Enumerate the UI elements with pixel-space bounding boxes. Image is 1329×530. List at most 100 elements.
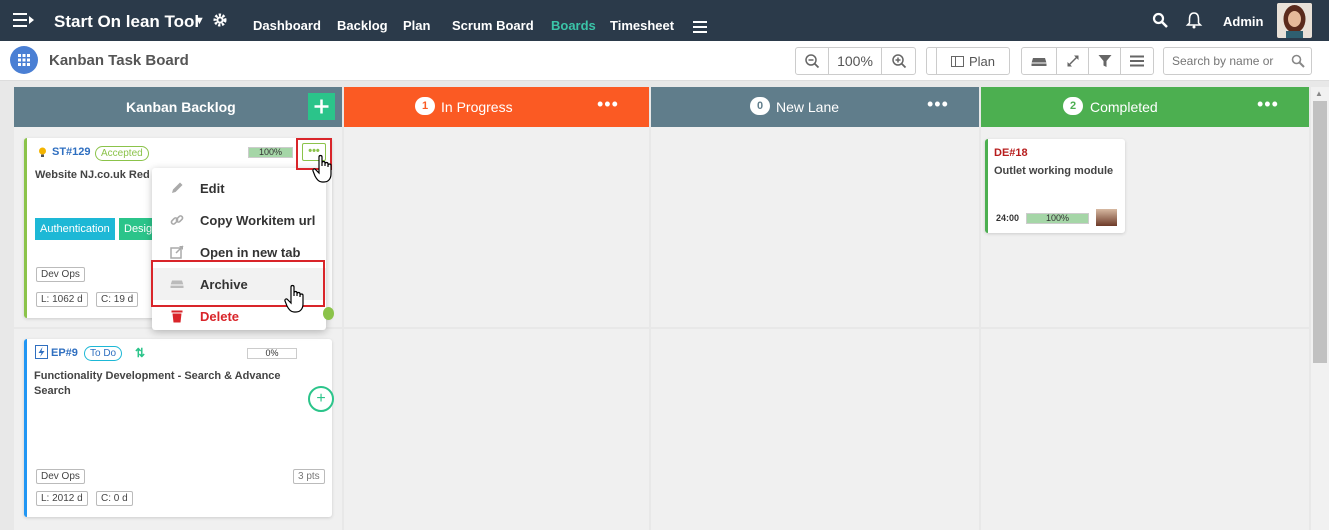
hand-cursor-icon xyxy=(312,154,332,183)
zoom-controls: 100% xyxy=(795,47,916,75)
lane-title: New Lane xyxy=(776,99,840,115)
external-link-icon xyxy=(170,245,184,259)
lane-cell xyxy=(981,329,1309,530)
zoom-in-button[interactable] xyxy=(882,48,915,74)
lane-count: 2 xyxy=(1063,97,1083,115)
card-id[interactable]: EP#9 xyxy=(51,347,78,359)
plan-label: Plan xyxy=(968,53,996,69)
scrollbar[interactable]: ▲ xyxy=(1311,87,1329,530)
menu-item-label: Delete xyxy=(200,309,240,324)
fullscreen-button[interactable] xyxy=(1057,48,1089,74)
card-de18[interactable]: DE#18 Outlet working module 24:00 100% xyxy=(985,139,1125,233)
plan-toggle[interactable]: Plan xyxy=(926,47,1010,75)
search-input[interactable] xyxy=(1172,54,1282,68)
team-tag: Dev Ops xyxy=(36,267,85,282)
nav-scrum-board[interactable]: Scrum Board xyxy=(452,18,534,33)
scroll-up-icon[interactable]: ▲ xyxy=(1315,89,1323,98)
nav-dashboard[interactable]: Dashboard xyxy=(253,18,321,33)
add-subtask-button[interactable]: + xyxy=(308,386,334,412)
status-badge: Accepted xyxy=(95,146,149,161)
status-badge: To Do xyxy=(84,346,123,361)
lane-cell xyxy=(344,127,649,327)
lane-title: In Progress xyxy=(441,99,513,115)
plan-button[interactable]: Plan xyxy=(937,48,1009,74)
team-tag: Dev Ops xyxy=(36,469,85,484)
label-chip: Authentication xyxy=(35,218,115,240)
archive-view-button[interactable] xyxy=(1022,48,1057,74)
top-navbar: Start On lean Tool ▼ Dashboard Backlog P… xyxy=(0,0,1329,41)
epic-icon xyxy=(35,345,48,359)
pencil-icon xyxy=(172,182,183,193)
nav-backlog[interactable]: Backlog xyxy=(337,18,388,33)
list-icon xyxy=(1130,55,1144,67)
zoom-in-icon xyxy=(891,54,906,69)
filter-icon xyxy=(1098,55,1111,67)
bell-icon[interactable] xyxy=(1185,11,1203,29)
plus-icon xyxy=(314,99,329,114)
lane-cell xyxy=(344,329,649,530)
menu-item-label: Copy Workitem url xyxy=(200,213,316,228)
zoom-out-icon xyxy=(805,54,820,69)
columns-icon xyxy=(950,55,964,67)
card-title: Outlet working module xyxy=(994,165,1114,177)
lane-cell xyxy=(651,329,979,530)
nav-timesheet[interactable]: Timesheet xyxy=(610,18,674,33)
label-chip: Design xyxy=(119,218,155,240)
filter-button[interactable] xyxy=(1089,48,1121,74)
avatar[interactable] xyxy=(1277,3,1312,38)
chevron-down-icon[interactable]: ▼ xyxy=(194,15,205,27)
gear-icon[interactable] xyxy=(212,12,228,28)
page-title: Kanban Task Board xyxy=(49,52,189,69)
card-id[interactable]: DE#18 xyxy=(994,147,1028,159)
lane-new-lane xyxy=(651,127,979,530)
lane-header-completed: 2 Completed ••• xyxy=(981,87,1309,127)
progress-bar: 100% xyxy=(1026,213,1089,224)
menu-toggle-icon[interactable] xyxy=(13,11,35,29)
search-icon[interactable] xyxy=(1291,54,1305,68)
lane-header-new-lane: 0 New Lane ••• xyxy=(651,87,979,127)
lane-title: Kanban Backlog xyxy=(126,99,236,115)
archive-icon xyxy=(1031,58,1047,66)
progress-bar: 0% xyxy=(247,348,297,359)
expand-icon xyxy=(1066,55,1079,67)
lane-options-icon[interactable]: ••• xyxy=(927,95,949,113)
menu-item-edit[interactable]: Edit xyxy=(152,172,326,204)
lane-title: Completed xyxy=(1090,99,1158,115)
add-card-button[interactable] xyxy=(308,93,335,120)
card-title: Functionality Development - Search & Adv… xyxy=(34,370,281,397)
link-icon xyxy=(170,215,184,225)
nav-plan[interactable]: Plan xyxy=(403,18,430,33)
trash-icon xyxy=(171,310,183,323)
avatar[interactable] xyxy=(1096,209,1117,226)
user-name[interactable]: Admin xyxy=(1223,14,1263,29)
nav-boards[interactable]: Boards xyxy=(551,18,596,33)
list-view-button[interactable] xyxy=(1121,48,1153,74)
scrollbar-thumb[interactable] xyxy=(1313,101,1327,363)
progress-bar: 100% xyxy=(248,147,293,158)
lane-cell xyxy=(651,127,979,327)
card-ep9[interactable]: EP#9 To Do ⇅ 0% Functionality Developmen… xyxy=(24,339,332,517)
card-id[interactable]: ST#129 xyxy=(52,146,91,158)
lane-count: 1 xyxy=(415,97,435,115)
board-search[interactable] xyxy=(1163,47,1312,75)
lane-options-icon[interactable]: ••• xyxy=(597,95,619,113)
board-tools xyxy=(1021,47,1154,75)
menu-item-copy-url[interactable]: Copy Workitem url xyxy=(152,204,326,236)
zoom-out-button[interactable] xyxy=(796,48,829,74)
menu-item-label: Open in new tab xyxy=(200,245,301,260)
time-spent: 24:00 xyxy=(996,213,1020,223)
cycle-time: C: 0 d xyxy=(96,491,133,506)
cycle-time: C: 19 d xyxy=(96,292,139,307)
menu-item-label: Edit xyxy=(200,181,225,196)
card-title: Website NJ.co.uk Red xyxy=(35,169,150,181)
lead-time: L: 1062 d xyxy=(36,292,88,307)
more-menu-icon[interactable] xyxy=(693,21,707,33)
drag-handle-icon[interactable] xyxy=(323,307,334,320)
project-name[interactable]: Start On lean Tool xyxy=(54,12,199,32)
hand-cursor-icon xyxy=(284,284,304,313)
lead-time: L: 2012 d xyxy=(36,491,88,506)
plan-toggle-handle[interactable] xyxy=(927,48,937,74)
board-toolbar: Kanban Task Board 100% Plan xyxy=(0,41,1329,81)
search-icon[interactable] xyxy=(1152,12,1168,28)
lane-options-icon[interactable]: ••• xyxy=(1257,95,1279,113)
